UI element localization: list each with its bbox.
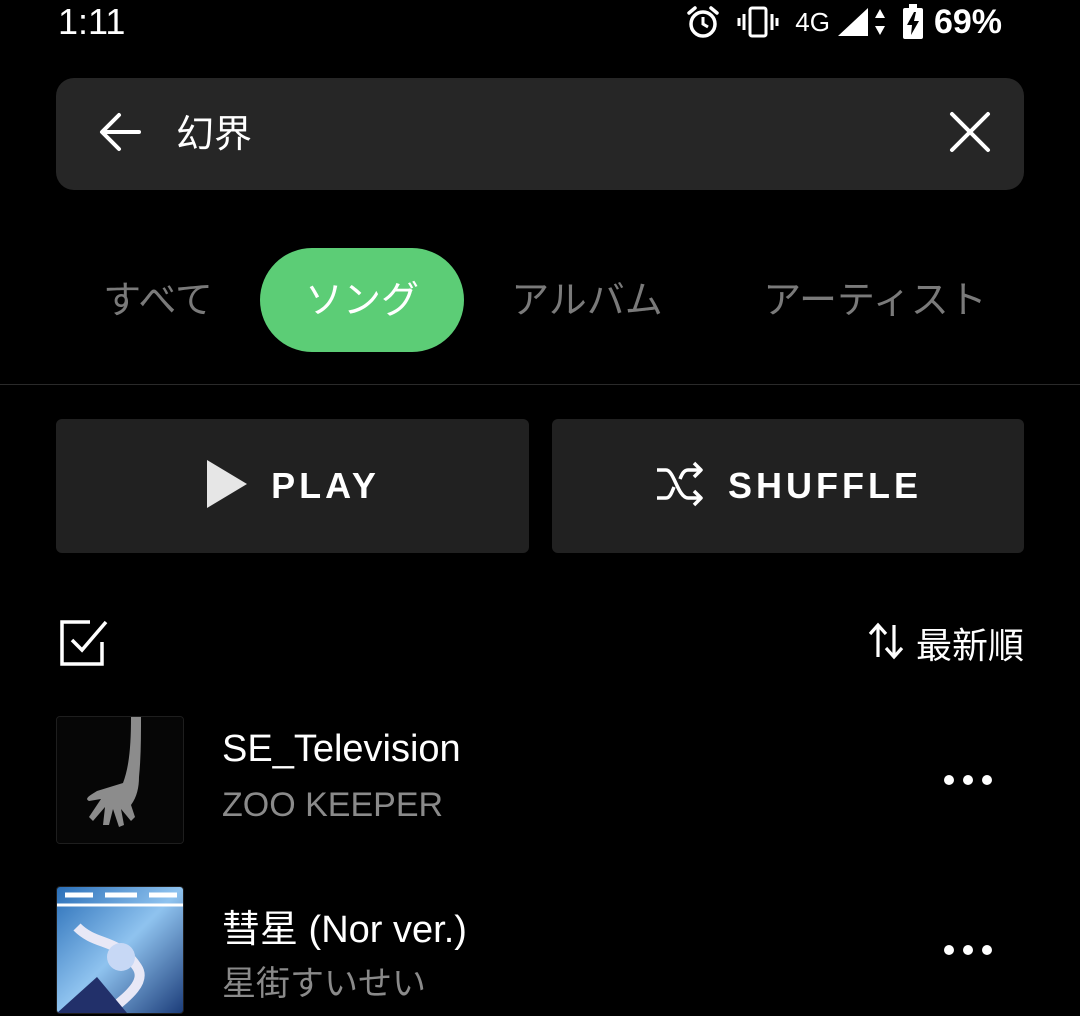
song-title: 彗星 (Nor ver.)	[222, 909, 467, 951]
vibrate-icon	[737, 6, 779, 38]
song-artist: 星街すいせい	[222, 965, 426, 1003]
tabs-divider	[0, 384, 1080, 385]
sort-arrows-icon	[866, 621, 906, 665]
alarm-icon	[685, 4, 721, 40]
status-icons: 4G 69%	[685, 0, 1002, 44]
song-artist: ZOO KEEPER	[222, 786, 444, 824]
search-filter-tabs: すべて ソング アルバム アーティスト	[0, 248, 1080, 352]
search-bar: 幻界	[56, 78, 1024, 190]
more-horizontal-icon	[943, 771, 993, 790]
shuffle-icon	[654, 460, 706, 512]
shuffle-button[interactable]: SHUFFLE	[552, 419, 1024, 553]
select-mode-button[interactable]	[58, 616, 110, 668]
play-label: PLAY	[271, 465, 380, 506]
checkbox-icon	[58, 620, 110, 672]
clear-search-button[interactable]	[942, 106, 998, 162]
signal-icon	[836, 6, 870, 38]
album-art	[56, 716, 184, 844]
tab-artists[interactable]: アーティスト	[740, 248, 1010, 352]
close-icon	[948, 110, 992, 158]
back-button[interactable]	[92, 106, 148, 162]
more-options-button[interactable]	[928, 756, 1008, 804]
tab-albums[interactable]: アルバム	[492, 248, 682, 352]
more-options-button[interactable]	[928, 926, 1008, 974]
sort-button[interactable]: 最新順	[866, 616, 1024, 670]
more-horizontal-icon	[943, 941, 993, 960]
search-input[interactable]: 幻界	[176, 78, 252, 190]
sort-label: 最新順	[915, 626, 1024, 667]
shuffle-label: SHUFFLE	[728, 465, 922, 506]
battery-charging-icon	[902, 4, 924, 40]
song-row[interactable]: 彗星 (Nor ver.) 星街すいせい	[0, 886, 1080, 1016]
battery-percent: 69%	[933, 2, 1002, 41]
network-type: 4G	[795, 6, 830, 37]
arrow-left-icon	[95, 107, 145, 161]
status-time: 1:11	[58, 1, 126, 42]
status-bar: 1:11 4G 69%	[0, 0, 1080, 44]
tab-all[interactable]: すべて	[80, 248, 236, 352]
play-button[interactable]: PLAY	[56, 419, 529, 553]
song-title: SE_Television	[222, 728, 461, 770]
album-art	[56, 886, 184, 1014]
song-row[interactable]: SE_Television ZOO KEEPER	[0, 716, 1080, 846]
tab-songs[interactable]: ソング	[260, 248, 464, 352]
play-icon	[205, 458, 249, 514]
data-arrows-icon	[874, 7, 886, 37]
